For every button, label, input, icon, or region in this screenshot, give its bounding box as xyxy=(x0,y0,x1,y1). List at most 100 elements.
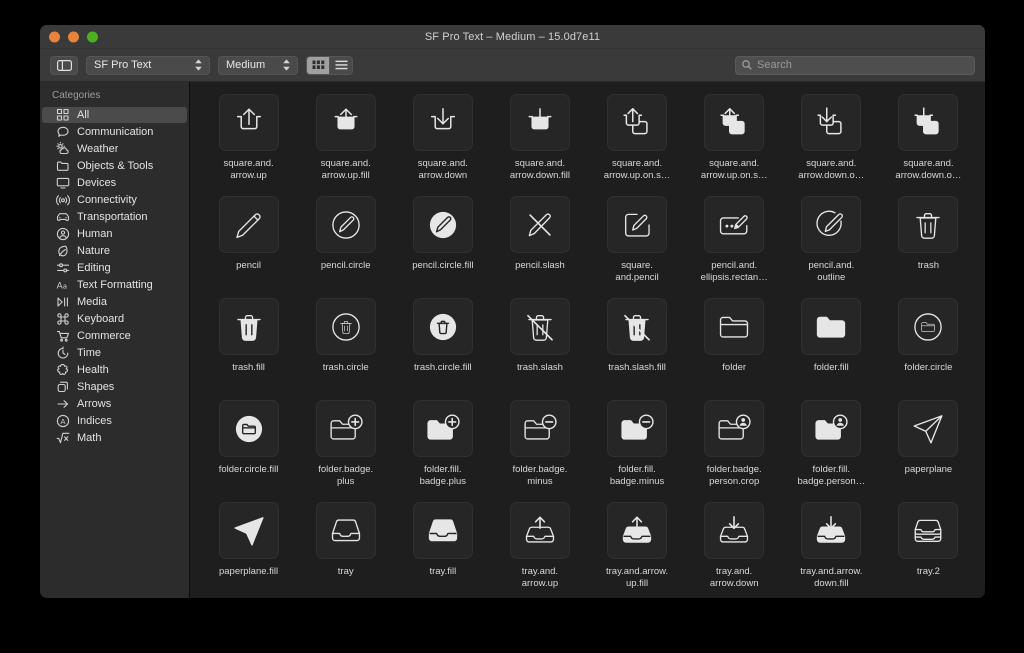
folder-fill-icon[interactable] xyxy=(801,298,862,355)
symbol-cell[interactable]: folder.badge. person.crop xyxy=(686,400,783,502)
symbol-cell[interactable]: tray.and.arrow. down.fill xyxy=(783,502,880,598)
square-and-arrow-up-on-square-icon[interactable] xyxy=(607,94,668,151)
sidebar-item-editing[interactable]: Editing xyxy=(42,260,187,276)
sidebar-toggle-button[interactable] xyxy=(50,55,78,75)
trash-fill-icon[interactable] xyxy=(218,298,279,355)
close-button[interactable] xyxy=(49,31,60,42)
sidebar-item-math[interactable]: Math xyxy=(42,430,187,446)
trash-circle-icon[interactable] xyxy=(315,298,376,355)
symbol-cell[interactable]: tray.2 xyxy=(880,502,977,598)
folder-fill-badge-minus-icon[interactable] xyxy=(607,400,668,457)
sidebar-item-transportation[interactable]: Transportation xyxy=(42,209,187,225)
symbol-cell[interactable]: tray.and. arrow.up xyxy=(491,502,588,598)
sidebar-item-all[interactable]: All xyxy=(42,107,187,123)
trash-icon[interactable] xyxy=(898,196,959,253)
folder-badge-minus-icon[interactable] xyxy=(509,400,570,457)
symbol-cell[interactable]: tray xyxy=(297,502,394,598)
symbol-cell[interactable]: pencil.circle.fill xyxy=(394,196,491,298)
folder-circle-icon[interactable] xyxy=(898,298,959,355)
square-and-arrow-up-fill-icon[interactable] xyxy=(315,94,376,151)
symbol-cell[interactable]: folder.fill xyxy=(783,298,880,400)
symbol-cell[interactable]: square.and. arrow.up.on.s… xyxy=(686,94,783,196)
square-and-arrow-down-icon[interactable] xyxy=(412,94,473,151)
sidebar-item-nature[interactable]: Nature xyxy=(42,243,187,259)
symbol-cell[interactable]: folder.badge. minus xyxy=(491,400,588,502)
symbol-cell[interactable]: folder xyxy=(686,298,783,400)
folder-circle-fill-icon[interactable] xyxy=(218,400,279,457)
folder-badge-person-crop-icon[interactable] xyxy=(704,400,765,457)
symbol-cell[interactable]: square.and. arrow.up.fill xyxy=(297,94,394,196)
zoom-button[interactable] xyxy=(87,31,98,42)
symbol-cell[interactable]: tray.and. arrow.down xyxy=(686,502,783,598)
tray-and-arrow-up-icon[interactable] xyxy=(509,502,570,559)
symbol-cell[interactable]: paperplane.fill xyxy=(200,502,297,598)
symbol-cell[interactable]: square.and. arrow.down xyxy=(394,94,491,196)
sidebar-item-human[interactable]: Human xyxy=(42,226,187,242)
symbol-cell[interactable]: folder.fill. badge.plus xyxy=(394,400,491,502)
symbol-cell[interactable]: trash.slash.fill xyxy=(589,298,686,400)
sidebar-item-text-formatting[interactable]: Aa Text Formatting xyxy=(42,277,187,293)
list-view-button[interactable] xyxy=(329,56,352,74)
tray-icon[interactable] xyxy=(315,502,376,559)
sidebar-item-commerce[interactable]: Commerce xyxy=(42,328,187,344)
tray-fill-icon[interactable] xyxy=(412,502,473,559)
symbol-cell[interactable]: pencil.and. ellipsis.rectan… xyxy=(686,196,783,298)
symbol-cell[interactable]: square.and. arrow.up.on.s… xyxy=(589,94,686,196)
symbol-cell[interactable]: pencil.and. outline xyxy=(783,196,880,298)
symbol-cell[interactable]: trash.circle.fill xyxy=(394,298,491,400)
grid-view-button[interactable] xyxy=(307,56,329,74)
sidebar-item-arrows[interactable]: Arrows xyxy=(42,396,187,412)
sidebar-item-objects-tools[interactable]: Objects & Tools xyxy=(42,158,187,174)
symbol-cell[interactable]: folder.fill. badge.person… xyxy=(783,400,880,502)
symbol-cell[interactable]: folder.badge. plus xyxy=(297,400,394,502)
sidebar-item-connectivity[interactable]: Connectivity xyxy=(42,192,187,208)
pencil-and-outline-icon[interactable] xyxy=(801,196,862,253)
symbol-cell[interactable]: pencil.circle xyxy=(297,196,394,298)
sidebar-item-devices[interactable]: Devices xyxy=(42,175,187,191)
square-and-arrow-down-fill-icon[interactable] xyxy=(509,94,570,151)
sidebar-item-weather[interactable]: Weather xyxy=(42,141,187,157)
symbol-cell[interactable]: folder.circle.fill xyxy=(200,400,297,502)
symbol-cell[interactable]: tray.fill xyxy=(394,502,491,598)
square-and-arrow-up-on-square-fill-icon[interactable] xyxy=(704,94,765,151)
tray-2-icon[interactable] xyxy=(898,502,959,559)
tray-and-arrow-down-icon[interactable] xyxy=(704,502,765,559)
trash-slash-icon[interactable] xyxy=(509,298,570,355)
font-weight-popup[interactable]: Medium xyxy=(218,55,298,75)
sidebar-item-shapes[interactable]: Shapes xyxy=(42,379,187,395)
symbol-cell[interactable]: square.and. arrow.down.fill xyxy=(491,94,588,196)
symbol-cell[interactable]: trash.fill xyxy=(200,298,297,400)
tray-and-arrow-down-fill-icon[interactable] xyxy=(801,502,862,559)
symbol-cell[interactable]: tray.and.arrow. up.fill xyxy=(589,502,686,598)
square-and-arrow-down-on-square-icon[interactable] xyxy=(801,94,862,151)
paperplane-fill-icon[interactable] xyxy=(218,502,279,559)
pencil-slash-icon[interactable] xyxy=(509,196,570,253)
minimize-button[interactable] xyxy=(68,31,79,42)
sidebar-item-keyboard[interactable]: Keyboard xyxy=(42,311,187,327)
symbol-cell[interactable]: pencil.slash xyxy=(491,196,588,298)
symbol-cell[interactable]: paperplane xyxy=(880,400,977,502)
symbol-cell[interactable]: trash.circle xyxy=(297,298,394,400)
square-and-pencil-icon[interactable] xyxy=(607,196,668,253)
sidebar-item-health[interactable]: Health xyxy=(42,362,187,378)
pencil-icon[interactable] xyxy=(218,196,279,253)
symbol-cell[interactable]: trash xyxy=(880,196,977,298)
sidebar-item-time[interactable]: Time xyxy=(42,345,187,361)
pencil-and-ellipsis-rectangle-icon[interactable] xyxy=(704,196,765,253)
symbol-cell[interactable]: folder.fill. badge.minus xyxy=(589,400,686,502)
folder-badge-plus-icon[interactable] xyxy=(315,400,376,457)
sidebar-item-media[interactable]: Media xyxy=(42,294,187,310)
tray-and-arrow-up-fill-icon[interactable] xyxy=(607,502,668,559)
symbol-cell[interactable]: square. and.pencil xyxy=(589,196,686,298)
sidebar-item-indices[interactable]: A Indices xyxy=(42,413,187,429)
font-family-popup[interactable]: SF Pro Text xyxy=(86,55,210,75)
folder-icon[interactable] xyxy=(704,298,765,355)
symbol-cell[interactable]: square.and. arrow.down.o… xyxy=(783,94,880,196)
symbol-cell[interactable]: trash.slash xyxy=(491,298,588,400)
symbol-cell[interactable]: square.and. arrow.down.o… xyxy=(880,94,977,196)
paperplane-icon[interactable] xyxy=(898,400,959,457)
folder-fill-badge-person-crop-icon[interactable] xyxy=(801,400,862,457)
search-input[interactable]: Search xyxy=(735,55,975,75)
symbol-cell[interactable]: folder.circle xyxy=(880,298,977,400)
pencil-circle-fill-icon[interactable] xyxy=(412,196,473,253)
